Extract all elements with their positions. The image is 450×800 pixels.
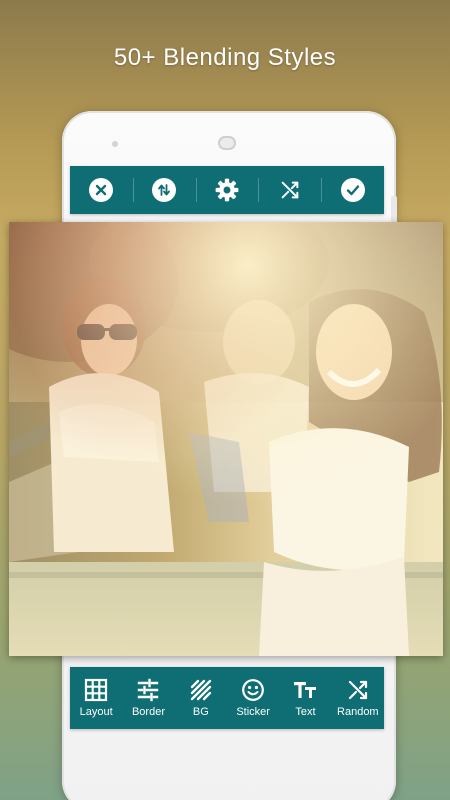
blended-photo[interactable] — [9, 222, 443, 656]
border-button[interactable]: Border — [122, 667, 174, 729]
bottom-toolbar: Layout Border BG Sticker Text Random — [70, 667, 384, 729]
phone-earpiece — [218, 136, 236, 150]
bg-button[interactable]: BG — [175, 667, 227, 729]
phone-sensor — [112, 141, 118, 147]
check-circle-icon — [340, 178, 365, 202]
shuffle-button[interactable] — [258, 166, 321, 214]
bg-label: BG — [192, 706, 209, 718]
top-toolbar — [70, 166, 384, 214]
layout-label: Layout — [79, 706, 113, 718]
close-circle-icon — [89, 178, 114, 202]
border-label: Border — [131, 706, 165, 718]
confirm-button[interactable] — [321, 166, 384, 214]
sticker-button[interactable]: Sticker — [227, 667, 279, 729]
smiley-icon — [242, 679, 265, 701]
shuffle-icon — [348, 680, 367, 700]
swap-button[interactable] — [132, 166, 196, 214]
close-button[interactable] — [70, 166, 133, 214]
photo-image — [9, 222, 443, 656]
shuffle-icon — [281, 181, 299, 199]
gear-icon — [215, 178, 239, 202]
diagonal-stripes-icon — [190, 679, 212, 701]
headline: 50+ Blending Styles — [113, 44, 337, 71]
text-label: Text — [295, 706, 316, 718]
grid-icon — [85, 678, 108, 702]
sticker-label: Sticker — [236, 706, 270, 718]
swap-vertical-icon — [152, 178, 177, 202]
random-label: Random — [337, 706, 379, 718]
text-size-icon — [294, 682, 317, 698]
random-button[interactable]: Random — [332, 667, 384, 729]
sliders-icon — [138, 678, 159, 702]
text-button[interactable]: Text — [279, 667, 331, 729]
settings-button[interactable] — [195, 166, 259, 214]
layout-button[interactable]: Layout — [70, 667, 122, 729]
